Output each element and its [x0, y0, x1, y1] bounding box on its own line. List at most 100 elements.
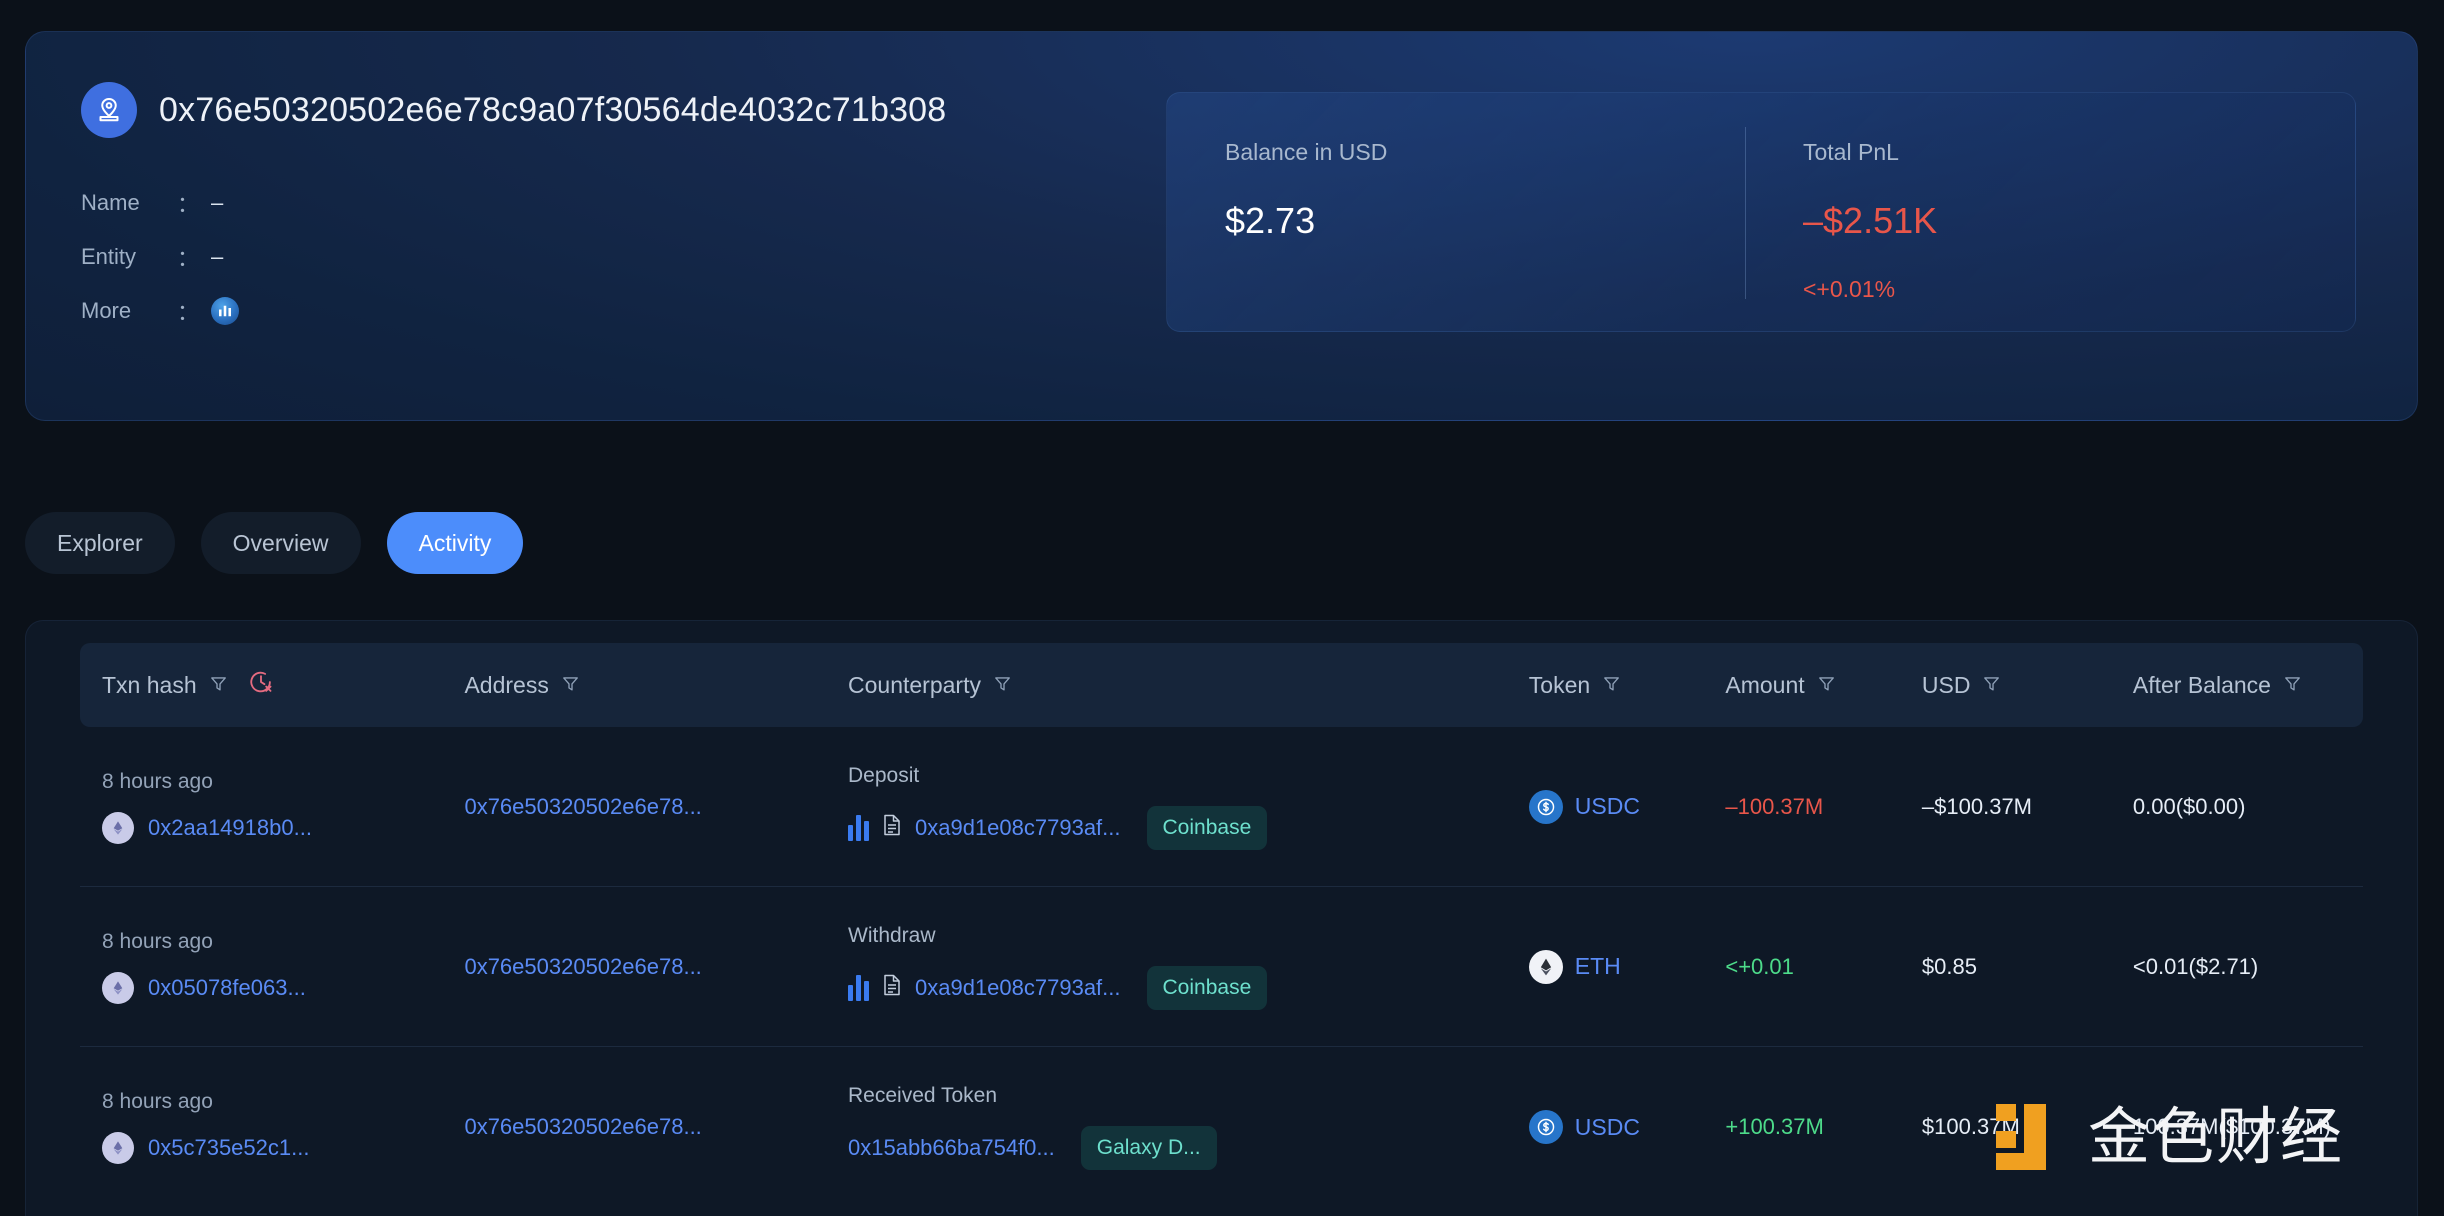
cell-txn-hash: 8 hours ago 0x5c735e52c1... — [80, 1090, 464, 1164]
cell-amount: <+0.01 — [1725, 953, 1794, 979]
profile-field-entity: Entity ： – — [81, 230, 946, 284]
cell-amount: –100.37M — [1725, 793, 1824, 819]
column-header-after-balance: After Balance — [2133, 672, 2363, 699]
column-label: Counterparty — [848, 671, 981, 698]
tab-activity[interactable]: Activity — [386, 512, 524, 574]
tab-overview[interactable]: Overview — [200, 512, 361, 574]
column-header-counterparty: Counterparty — [848, 672, 1529, 699]
counterparty-tag[interactable]: Coinbase — [1146, 805, 1268, 850]
cell-address: 0x76e50320502e6e78... — [464, 794, 848, 820]
counterparty-address-link[interactable]: 0xa9d1e08c7793af... — [915, 815, 1121, 841]
document-icon[interactable] — [881, 813, 903, 843]
filter-icon[interactable] — [1602, 672, 1621, 699]
token-name[interactable]: USDC — [1575, 1114, 1640, 1141]
column-header-token: Token — [1529, 672, 1726, 699]
stat-total-pnl: Total PnL –$2.51K <+0.01% — [1745, 93, 2305, 331]
address-link[interactable]: 0x76e50320502e6e78... — [464, 794, 701, 819]
cell-usd: –$100.37M — [1921, 793, 2033, 819]
counterparty-line: 0xa9d1e08c7793af... Coinbase — [848, 965, 1529, 1010]
profile-card: 0x76e50320502e6e78c9a07f30564de4032c71b3… — [25, 31, 2418, 421]
token-name[interactable]: USDC — [1575, 793, 1640, 820]
field-value: – — [211, 190, 224, 215]
filter-icon[interactable] — [993, 672, 1012, 699]
ethereum-icon — [102, 811, 134, 844]
tab-bar: Explorer Overview Activity — [25, 512, 524, 574]
address-link[interactable]: 0x76e50320502e6e78... — [464, 954, 701, 979]
ethereum-icon — [1528, 949, 1563, 984]
table-header-row: Txn hash Address Counterparty Token Amou… — [80, 643, 2363, 727]
txn-hash-line: 0x5c735e52c1... — [102, 1132, 464, 1164]
field-colon: ： — [177, 192, 200, 217]
stat-value: –$2.51K — [1803, 200, 1938, 241]
stat-value: $2.73 — [1225, 200, 1316, 241]
address-row: 0x76e50320502e6e78c9a07f30564de4032c71b3… — [81, 82, 946, 138]
filter-icon[interactable] — [2283, 672, 2302, 699]
txn-time: 8 hours ago — [102, 769, 213, 793]
cell-counterparty: Deposit 0xa9d1e08c7793af... Coinbase — [848, 764, 1529, 850]
counterparty-type: Withdraw — [848, 923, 936, 947]
filter-icon[interactable] — [561, 672, 580, 699]
activity-table-card: Txn hash Address Counterparty Token Amou… — [25, 620, 2418, 1216]
clock-x-icon[interactable] — [248, 669, 274, 701]
txn-hash-line: 0x2aa14918b0... — [102, 811, 464, 844]
filter-icon[interactable] — [1817, 672, 1836, 699]
cell-usd: $0.85 — [1921, 953, 1977, 979]
stats-panel: Balance in USD $2.73 Total PnL –$2.51K <… — [1166, 92, 2356, 332]
field-value: – — [211, 244, 224, 269]
table-row[interactable]: 8 hours ago 0x05078fe063... 0x76e5032050… — [80, 887, 2363, 1047]
cell-after-balance: 100.37M($100.37M) — [2132, 1114, 2331, 1139]
column-label: Token — [1528, 671, 1591, 698]
usdc-icon — [1528, 1110, 1563, 1144]
filter-icon[interactable] — [1982, 672, 2001, 699]
counterparty-line: 0x15abb66ba754f0... Galaxy D... — [848, 1126, 1529, 1170]
profile-identity: 0x76e50320502e6e78c9a07f30564de4032c71b3… — [81, 82, 946, 338]
document-icon[interactable] — [881, 973, 903, 1003]
column-header-address: Address — [464, 672, 848, 699]
app-root: 0x76e50320502e6e78c9a07f30564de4032c71b3… — [0, 0, 2444, 1216]
filter-icon[interactable] — [209, 672, 228, 699]
column-header-amount: Amount — [1725, 672, 1922, 699]
cell-counterparty: Received Token 0x15abb66ba754f0... Galax… — [848, 1084, 1529, 1170]
address-link[interactable]: 0x76e50320502e6e78... — [464, 1114, 701, 1139]
counterparty-tag[interactable]: Coinbase — [1146, 965, 1268, 1010]
cell-address: 0x76e50320502e6e78... — [464, 1114, 848, 1140]
counterparty-address-link[interactable]: 0xa9d1e08c7793af... — [915, 975, 1121, 1001]
cell-txn-hash: 8 hours ago 0x2aa14918b0... — [80, 770, 464, 844]
column-label: USD — [1921, 671, 1971, 698]
cell-token: USDC — [1528, 1110, 1726, 1144]
counterparty-type: Received Token — [848, 1084, 998, 1107]
cell-address: 0x76e50320502e6e78... — [464, 954, 848, 980]
table-body: 8 hours ago 0x2aa14918b0... 0x76e5032050… — [80, 727, 2363, 1207]
cell-counterparty: Withdraw 0xa9d1e08c7793af... Coinbase — [848, 924, 1529, 1010]
table-row[interactable]: 8 hours ago 0x2aa14918b0... 0x76e5032050… — [80, 727, 2363, 887]
txn-hash-link[interactable]: 0x2aa14918b0... — [148, 815, 312, 841]
field-colon: ： — [177, 246, 200, 271]
token-line: USDC — [1528, 1110, 1726, 1144]
field-label: More — [81, 298, 132, 323]
column-label: Amount — [1725, 671, 1805, 698]
stat-balance: Balance in USD $2.73 — [1167, 93, 1745, 331]
bar-chart-icon[interactable] — [848, 974, 869, 1001]
debank-chart-icon[interactable] — [211, 297, 240, 325]
cell-after-balance: <0.01($2.71) — [2132, 953, 2259, 979]
cell-token: ETH — [1528, 949, 1726, 984]
counterparty-tag[interactable]: Galaxy D... — [1080, 1126, 1217, 1170]
counterparty-line: 0xa9d1e08c7793af... Coinbase — [848, 805, 1529, 850]
counterparty-address-link[interactable]: 0x15abb66ba754f0... — [848, 1135, 1055, 1161]
profile-field-name: Name ： – — [81, 176, 946, 230]
field-label: Entity — [81, 244, 137, 269]
column-label: After Balance — [2132, 671, 2271, 698]
wallet-address[interactable]: 0x76e50320502e6e78c9a07f30564de4032c71b3… — [159, 91, 946, 130]
token-name[interactable]: ETH — [1575, 953, 1621, 980]
profile-meta: Name ： – Entity ： – More ： — [81, 176, 946, 338]
txn-hash-line: 0x05078fe063... — [102, 971, 464, 1004]
stat-label: Balance in USD — [1225, 139, 1388, 165]
ethereum-icon — [102, 971, 134, 1004]
txn-hash-link[interactable]: 0x5c735e52c1... — [148, 1135, 309, 1161]
field-label: Name — [81, 190, 140, 215]
ethereum-icon — [102, 1132, 134, 1164]
tab-explorer[interactable]: Explorer — [25, 512, 175, 574]
txn-hash-link[interactable]: 0x05078fe063... — [148, 975, 306, 1001]
bar-chart-icon[interactable] — [848, 814, 869, 841]
table-row[interactable]: 8 hours ago 0x5c735e52c1... 0x76e5032050… — [80, 1047, 2363, 1207]
